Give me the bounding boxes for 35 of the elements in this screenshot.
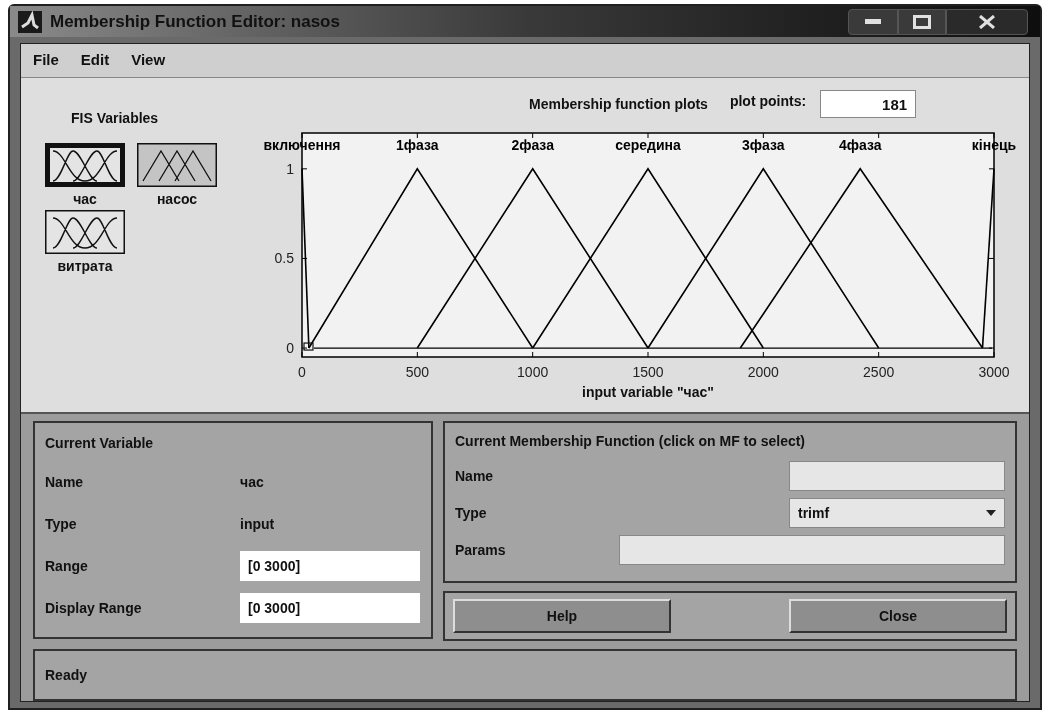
tick-label: 1 <box>286 160 294 177</box>
variable-label: час <box>73 190 97 209</box>
panel-title: Current Variable <box>45 434 155 453</box>
variable-label: витрата <box>57 257 113 276</box>
curve-label: 2фаза <box>511 137 554 153</box>
field-value: час <box>240 472 264 492</box>
field-label: Params <box>455 540 506 560</box>
curve-label: середина <box>615 137 681 153</box>
tick-label: 2000 <box>747 364 779 380</box>
curve-label: 1фаза <box>396 137 439 153</box>
tick-label: 1500 <box>632 364 664 380</box>
axis-label: input variable "час" <box>582 384 714 400</box>
field-label: Type <box>45 514 78 534</box>
panel-title: Current Membership Function (click on MF to select) <box>455 432 807 451</box>
tick-label: 500 <box>405 364 429 380</box>
field-value: input <box>240 514 275 534</box>
field-label: Name <box>45 472 85 492</box>
plot-points-label: plot points: <box>729 91 807 111</box>
plot-title: Membership function plots <box>529 94 708 114</box>
variable-label: насос <box>156 190 198 209</box>
tick-label: 0 <box>298 364 306 380</box>
tick-label: 0 <box>286 340 294 357</box>
field-label: Name <box>455 466 494 486</box>
field-label: Type <box>455 503 487 523</box>
tick-label: 0.5 <box>274 250 294 267</box>
status-text: Ready <box>45 665 88 685</box>
window-title: Membership Function Editor: nasos <box>50 10 340 33</box>
tick-label: 3000 <box>978 364 1010 380</box>
tick-label: 1000 <box>517 364 549 380</box>
curve-label: 4фаза <box>838 137 882 153</box>
curve-label: 3фаза <box>742 137 785 153</box>
field-label: Display Range <box>45 598 143 618</box>
field-label: Range <box>45 556 89 576</box>
section-title: FIS Variables <box>71 109 159 128</box>
tick-label: 2500 <box>863 364 895 380</box>
